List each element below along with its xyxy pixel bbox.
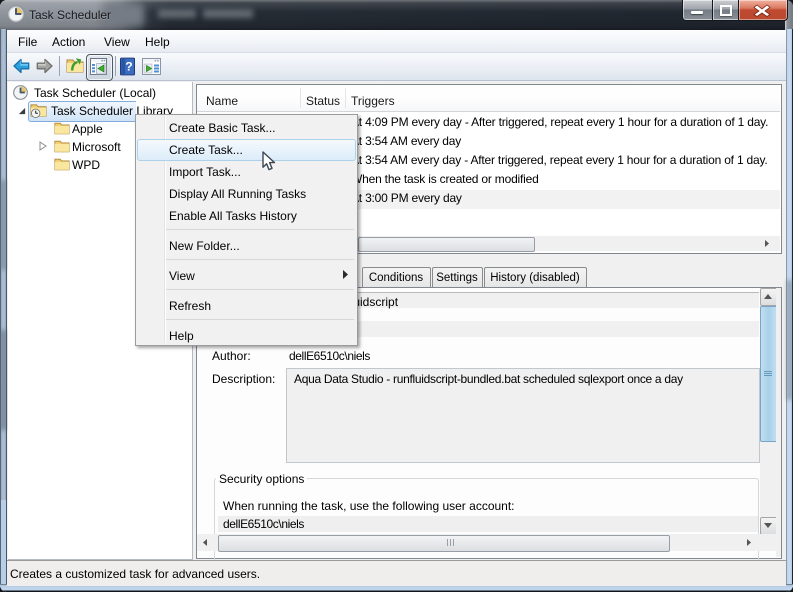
svg-text:?: ?	[125, 60, 132, 74]
